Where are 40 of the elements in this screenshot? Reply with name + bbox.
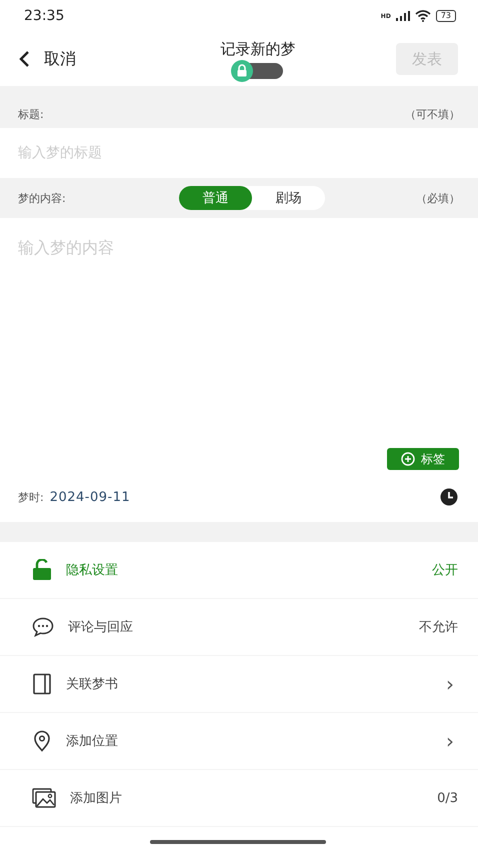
battery-indicator: 73 — [436, 10, 456, 22]
settings-label: 评论与回应 — [68, 619, 133, 636]
chevron-icon: › — [446, 729, 454, 753]
wifi-icon — [414, 10, 431, 22]
back-icon — [18, 50, 30, 68]
location-pin-icon — [32, 730, 52, 752]
settings-value: 公开 — [432, 562, 458, 579]
mode-tab[interactable]: 剧场 — [252, 186, 325, 210]
settings-row[interactable]: 隐私设置 公开 — [0, 542, 478, 599]
plus-circle-icon — [401, 452, 415, 466]
settings-row[interactable]: 添加位置 › — [0, 713, 478, 770]
book-icon — [32, 673, 52, 695]
required-hint: （必填） — [416, 190, 460, 206]
status-time: 23:35 — [24, 8, 64, 24]
cancel-button[interactable]: 取消 — [18, 48, 76, 70]
settings-row[interactable]: 评论与回应 不允许 — [0, 599, 478, 656]
lock-icon — [236, 64, 248, 77]
settings-label: 关联梦书 — [66, 676, 118, 693]
settings-value: 0/3 — [437, 790, 458, 806]
settings-row[interactable]: 关联梦书 › — [0, 656, 478, 713]
page-title: 记录新的梦 — [220, 40, 296, 58]
add-tag-button[interactable]: 标签 — [387, 448, 459, 470]
title-label: 标题: — [18, 107, 44, 122]
settings-value: 不允许 — [419, 619, 458, 636]
image-icon — [32, 788, 56, 808]
chevron-icon: › — [446, 672, 454, 696]
clock-icon[interactable] — [440, 488, 458, 506]
settings-row[interactable]: 添加图片 0/3 — [0, 770, 478, 827]
settings-label: 添加位置 — [66, 733, 118, 750]
lock-toggle[interactable] — [233, 62, 283, 78]
mode-tab[interactable]: 普通 — [179, 186, 252, 210]
signal-icon — [396, 11, 410, 21]
content-label: 梦的内容: — [18, 190, 67, 206]
unlocked-padlock-icon — [32, 559, 52, 581]
optional-hint: （可不填） — [405, 107, 460, 122]
chat-bubble-icon — [32, 617, 54, 637]
settings-label: 添加图片 — [70, 790, 122, 807]
date-value[interactable]: 2024-09-11 — [50, 490, 130, 504]
settings-label: 隐私设置 — [66, 562, 118, 579]
date-label: 梦时: — [18, 490, 44, 504]
